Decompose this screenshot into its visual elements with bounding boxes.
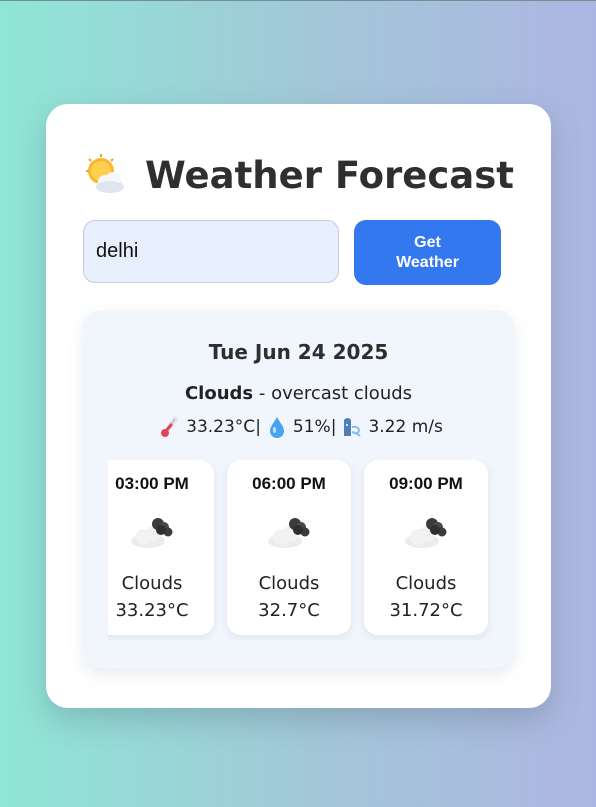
forecast-card: 06:00 PM Clouds 32.7°C: [227, 460, 351, 635]
forecast-description: Clouds: [258, 573, 320, 594]
wind-face-icon: [342, 416, 362, 438]
header: Weather Forecast: [46, 150, 551, 200]
current-wind: 3.22 m/s: [368, 417, 443, 437]
thermometer-icon: [160, 416, 180, 438]
current-condition: Clouds: [184, 383, 254, 404]
forecast-time: 09:00 PM: [389, 474, 463, 493]
forecast-card: 09:00 PM Clouds 31.72°C: [364, 460, 488, 635]
cloud-icon: [402, 516, 452, 550]
get-weather-button[interactable]: Get Weather: [354, 220, 501, 285]
stat-separator: |: [255, 417, 261, 437]
sun-behind-cloud-icon: [83, 153, 127, 197]
forecast-temperature: 33.23°C: [115, 600, 189, 621]
forecast-description: Clouds: [121, 573, 183, 594]
forecast-time: 06:00 PM: [252, 474, 326, 493]
forecast-temperature: 32.7°C: [258, 600, 320, 621]
forecast-time: 03:00 PM: [115, 474, 189, 493]
current-stats: 33.23°C | 51% | 3.22 m/s: [83, 416, 514, 438]
page-title: Weather Forecast: [145, 153, 514, 197]
current-summary: Clouds - overcast clouds: [83, 383, 514, 404]
current-humidity: 51%: [292, 417, 331, 437]
droplet-icon: [267, 416, 287, 438]
weather-result-panel: Tue Jun 24 2025 Clouds - overcast clouds…: [83, 310, 514, 668]
stat-separator: |: [330, 417, 337, 437]
forecast-card: 03:00 PM Clouds 33.23°C: [108, 460, 214, 635]
forecast-description: Clouds: [395, 573, 457, 594]
current-temperature: 33.23°C: [186, 417, 256, 437]
top-border: [0, 0, 596, 1]
city-search-input[interactable]: [83, 220, 339, 283]
cloud-icon: [265, 516, 315, 550]
cloud-icon: [128, 516, 178, 550]
weather-card: Weather Forecast Get Weather Tue Jun 24 …: [46, 104, 551, 708]
summary-separator: -: [253, 383, 272, 404]
current-description: overcast clouds: [271, 383, 413, 404]
current-date: Tue Jun 24 2025: [208, 340, 389, 364]
forecast-list[interactable]: 03:00 PM Clouds 33.23°C 06:00 PM Clouds …: [108, 460, 503, 640]
forecast-temperature: 31.72°C: [389, 600, 463, 621]
